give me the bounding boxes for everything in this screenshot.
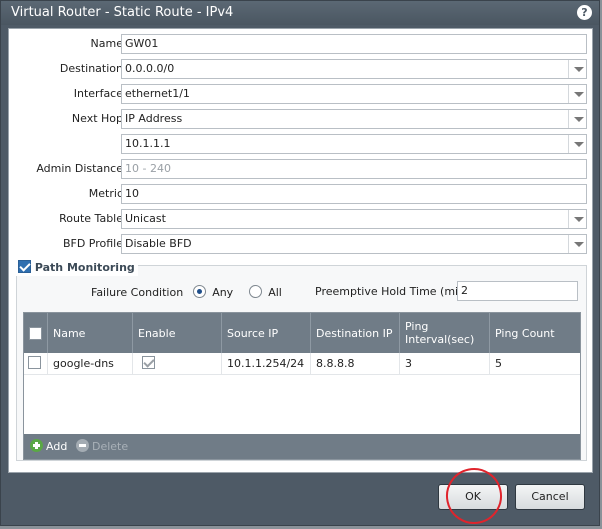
next-hop-select[interactable]: IP Address <box>121 109 587 129</box>
plus-icon <box>30 439 43 452</box>
failure-condition-group: Failure Condition Any All <box>91 285 282 299</box>
route-table-value: Unicast <box>125 212 166 225</box>
admin-distance-label: Admin Distance <box>36 162 123 175</box>
next-hop-ip-row: 10.1.1.1 <box>9 134 589 154</box>
bfd-profile-row: BFD Profile Disable BFD <box>9 234 589 254</box>
table-header: Name Enable Source IP Destination IP Pin… <box>24 313 580 353</box>
name-input[interactable]: GW01 <box>121 34 587 54</box>
col-destination-ip[interactable]: Destination IP <box>311 313 400 353</box>
col-ping-interval[interactable]: Ping Interval(sec) <box>400 313 490 353</box>
dialog-titlebar: Virtual Router - Static Route - IPv4 ? <box>1 1 599 25</box>
destination-label: Destination <box>59 62 123 75</box>
admin-distance-input[interactable]: 10 - 240 <box>121 159 587 179</box>
cell-source-ip: 10.1.1.254/24 <box>222 353 311 375</box>
failure-any-radio[interactable] <box>192 285 206 298</box>
select-all-checkbox[interactable] <box>29 326 42 340</box>
help-icon[interactable]: ? <box>577 5 592 20</box>
minus-icon <box>76 439 89 452</box>
cell-enable <box>133 353 222 375</box>
next-hop-label: Next Hop <box>71 112 123 125</box>
table-footer: Add Delete <box>24 434 580 459</box>
table-row[interactable]: google-dns 10.1.1.254/24 8.8.8.8 3 5 <box>24 353 580 375</box>
preemptive-hold-input[interactable]: 2 <box>457 281 578 301</box>
dialog-title: Virtual Router - Static Route - IPv4 <box>11 5 234 20</box>
next-hop-row: Next Hop IP Address <box>9 109 589 129</box>
failure-condition-label: Failure Condition <box>91 286 184 299</box>
chevron-down-icon[interactable] <box>568 135 586 153</box>
col-ping-count[interactable]: Ping Count <box>490 313 580 353</box>
next-hop-ip-value: 10.1.1.1 <box>125 137 171 150</box>
admin-distance-row: Admin Distance 10 - 240 <box>9 159 589 179</box>
path-monitoring-label: Path Monitoring <box>34 261 135 274</box>
add-button[interactable]: Add <box>30 434 67 459</box>
static-route-dialog: Virtual Router - Static Route - IPv4 ? N… <box>0 0 600 526</box>
bfd-profile-label: BFD Profile <box>62 237 123 250</box>
chevron-down-icon[interactable] <box>568 85 586 103</box>
col-enable[interactable]: Enable <box>133 313 222 353</box>
bfd-profile-select[interactable]: Disable BFD <box>121 234 587 254</box>
interface-label: Interface <box>73 87 123 100</box>
failure-all-label: All <box>268 286 282 299</box>
add-label: Add <box>46 440 68 453</box>
interface-value: ethernet1/1 <box>125 87 190 100</box>
next-hop-value: IP Address <box>125 112 183 125</box>
chevron-down-icon[interactable] <box>568 210 586 228</box>
cancel-button[interactable]: Cancel <box>515 484 585 510</box>
col-source-ip[interactable]: Source IP <box>222 313 311 353</box>
name-row: Name GW01 <box>9 34 589 54</box>
chevron-down-icon[interactable] <box>568 110 586 128</box>
destination-row: Destination 0.0.0.0/0 <box>9 59 589 79</box>
name-label: Name <box>90 37 123 50</box>
cell-ping-count: 5 <box>495 357 502 370</box>
metric-label: Metric <box>88 187 123 200</box>
cell-ping-interval: 3 <box>400 353 490 375</box>
metric-row: Metric 10 <box>9 184 589 204</box>
destination-combobox[interactable]: 0.0.0.0/0 <box>121 59 587 79</box>
monitor-destinations-table: Name Enable Source IP Destination IP Pin… <box>23 312 581 460</box>
bfd-profile-value: Disable BFD <box>125 237 192 250</box>
destination-value: 0.0.0.0/0 <box>125 62 175 75</box>
cell-destination-ip: 8.8.8.8 <box>311 353 400 375</box>
next-hop-ip-combobox[interactable]: 10.1.1.1 <box>121 134 587 154</box>
route-table-label: Route Table <box>59 212 123 225</box>
metric-input[interactable]: 10 <box>121 184 587 204</box>
dialog-body: Name GW01 Destination 0.0.0.0/0 Interfac… <box>8 28 593 473</box>
col-name[interactable]: Name <box>48 313 133 353</box>
path-monitoring-checkbox[interactable] <box>18 260 31 273</box>
row-select-cell <box>24 353 48 375</box>
failure-all-radio[interactable] <box>248 285 262 298</box>
select-all-cell <box>24 313 48 353</box>
interface-select[interactable]: ethernet1/1 <box>121 84 587 104</box>
route-table-select[interactable]: Unicast <box>121 209 587 229</box>
failure-any-label: Any <box>212 286 234 299</box>
enable-checkbox <box>142 356 155 369</box>
chevron-down-icon[interactable] <box>568 235 586 253</box>
path-monitoring-header: Path Monitoring <box>16 260 138 276</box>
delete-button[interactable]: Delete <box>76 434 128 459</box>
chevron-down-icon[interactable] <box>568 60 586 78</box>
delete-label: Delete <box>92 440 129 453</box>
route-table-row: Route Table Unicast <box>9 209 589 229</box>
interface-row: Interface ethernet1/1 <box>9 84 589 104</box>
row-checkbox[interactable] <box>28 356 41 369</box>
cell-name[interactable]: google-dns <box>48 353 133 375</box>
preemptive-hold-label: Preemptive Hold Time (min) <box>315 285 470 298</box>
